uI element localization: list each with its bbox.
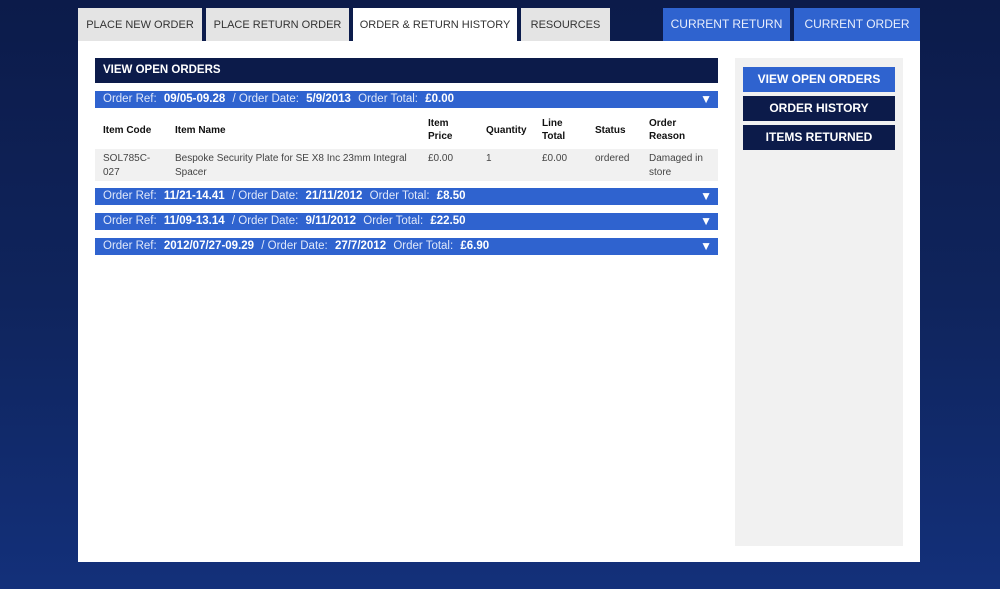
order-date-value: 27/7/2012 [334, 240, 387, 252]
sidebar: VIEW OPEN ORDERS ORDER HISTORY ITEMS RET… [735, 58, 903, 546]
order-bar[interactable]: Order Ref: 11/21-14.41 / Order Date: 21/… [95, 188, 718, 205]
order-total-value: £8.50 [436, 190, 466, 202]
current-return-button[interactable]: CURRENT RETURN [663, 8, 790, 41]
order-date-label: / Order Date: [232, 93, 299, 105]
order-ref-value: 11/09-13.14 [163, 215, 225, 227]
order-ref-label: Order Ref: [103, 215, 157, 227]
order-ref-value: 2012/07/27-09.29 [163, 240, 255, 252]
order-total-value: £6.90 [460, 240, 490, 252]
order-bar[interactable]: Order Ref: 11/09-13.14 / Order Date: 9/1… [95, 213, 718, 230]
order-total-label: Order Total: [393, 240, 454, 252]
content-panel: VIEW OPEN ORDERS Order Ref: 09/05-09.28 … [78, 41, 920, 562]
expand-arrow-icon[interactable]: ▼ [700, 238, 712, 255]
order-ref-label: Order Ref: [103, 240, 157, 252]
col-item-name: Item Name [175, 125, 226, 136]
order-date-label: / Order Date: [231, 190, 299, 202]
col-order-reason: Order Reason [649, 118, 686, 142]
section-title: VIEW OPEN ORDERS [95, 58, 718, 83]
cell-order-reason: Damaged in store [649, 153, 703, 178]
order-date-label: / Order Date: [261, 240, 328, 252]
col-item-price: Item Price [428, 118, 453, 142]
cell-item-price: £0.00 [428, 153, 454, 164]
table-header: Item Code Item Name Item Price Quantity … [95, 113, 718, 149]
order-ref-label: Order Ref: [103, 190, 157, 202]
order-total-value: £0.00 [425, 93, 454, 105]
tab-resources[interactable]: RESOURCES [521, 8, 610, 41]
order-total-value: £22.50 [430, 215, 466, 227]
cell-item-code: SOL785C-027 [103, 153, 151, 178]
order-ref-value: 09/05-09.28 [163, 93, 226, 105]
order-date-value: 5/9/2013 [306, 93, 351, 105]
order-items-table: Item Code Item Name Item Price Quantity … [95, 113, 718, 181]
sidebar-item-items-returned[interactable]: ITEMS RETURNED [743, 125, 895, 150]
col-status: Status [595, 125, 626, 136]
order-date-value: 21/11/2012 [305, 190, 363, 202]
order-bar[interactable]: Order Ref: 09/05-09.28 / Order Date: 5/9… [95, 91, 718, 108]
order-total-label: Order Total: [369, 190, 430, 202]
order-total-label: Order Total: [358, 93, 418, 105]
order-date-label: / Order Date: [231, 215, 299, 227]
expand-arrow-icon[interactable]: ▼ [700, 188, 712, 205]
col-line-total: Line Total [542, 118, 566, 142]
col-item-code: Item Code [103, 125, 152, 136]
table-row: SOL785C-027 Bespoke Security Plate for S… [95, 149, 718, 181]
cell-item-name: Bespoke Security Plate for SE X8 Inc 23m… [175, 153, 407, 178]
col-quantity: Quantity [486, 125, 527, 136]
tab-place-return-order[interactable]: PLACE RETURN ORDER [206, 8, 349, 41]
sidebar-item-view-open-orders[interactable]: VIEW OPEN ORDERS [743, 67, 895, 92]
order-date-value: 9/11/2012 [305, 215, 357, 227]
cell-line-total: £0.00 [542, 153, 568, 164]
order-total-label: Order Total: [363, 215, 424, 227]
expand-arrow-icon[interactable]: ▼ [700, 213, 712, 230]
cell-status: ordered [595, 153, 630, 164]
tab-place-new-order[interactable]: PLACE NEW ORDER [78, 8, 202, 41]
order-bar[interactable]: Order Ref: 2012/07/27-09.29 / Order Date… [95, 238, 718, 255]
order-ref-label: Order Ref: [103, 93, 157, 105]
expand-arrow-icon[interactable]: ▼ [700, 91, 712, 108]
order-ref-value: 11/21-14.41 [163, 190, 225, 202]
current-order-button[interactable]: CURRENT ORDER [794, 8, 920, 41]
tab-order-return-history[interactable]: ORDER & RETURN HISTORY [353, 8, 517, 41]
cell-quantity: 1 [486, 153, 492, 164]
sidebar-item-order-history[interactable]: ORDER HISTORY [743, 96, 895, 121]
